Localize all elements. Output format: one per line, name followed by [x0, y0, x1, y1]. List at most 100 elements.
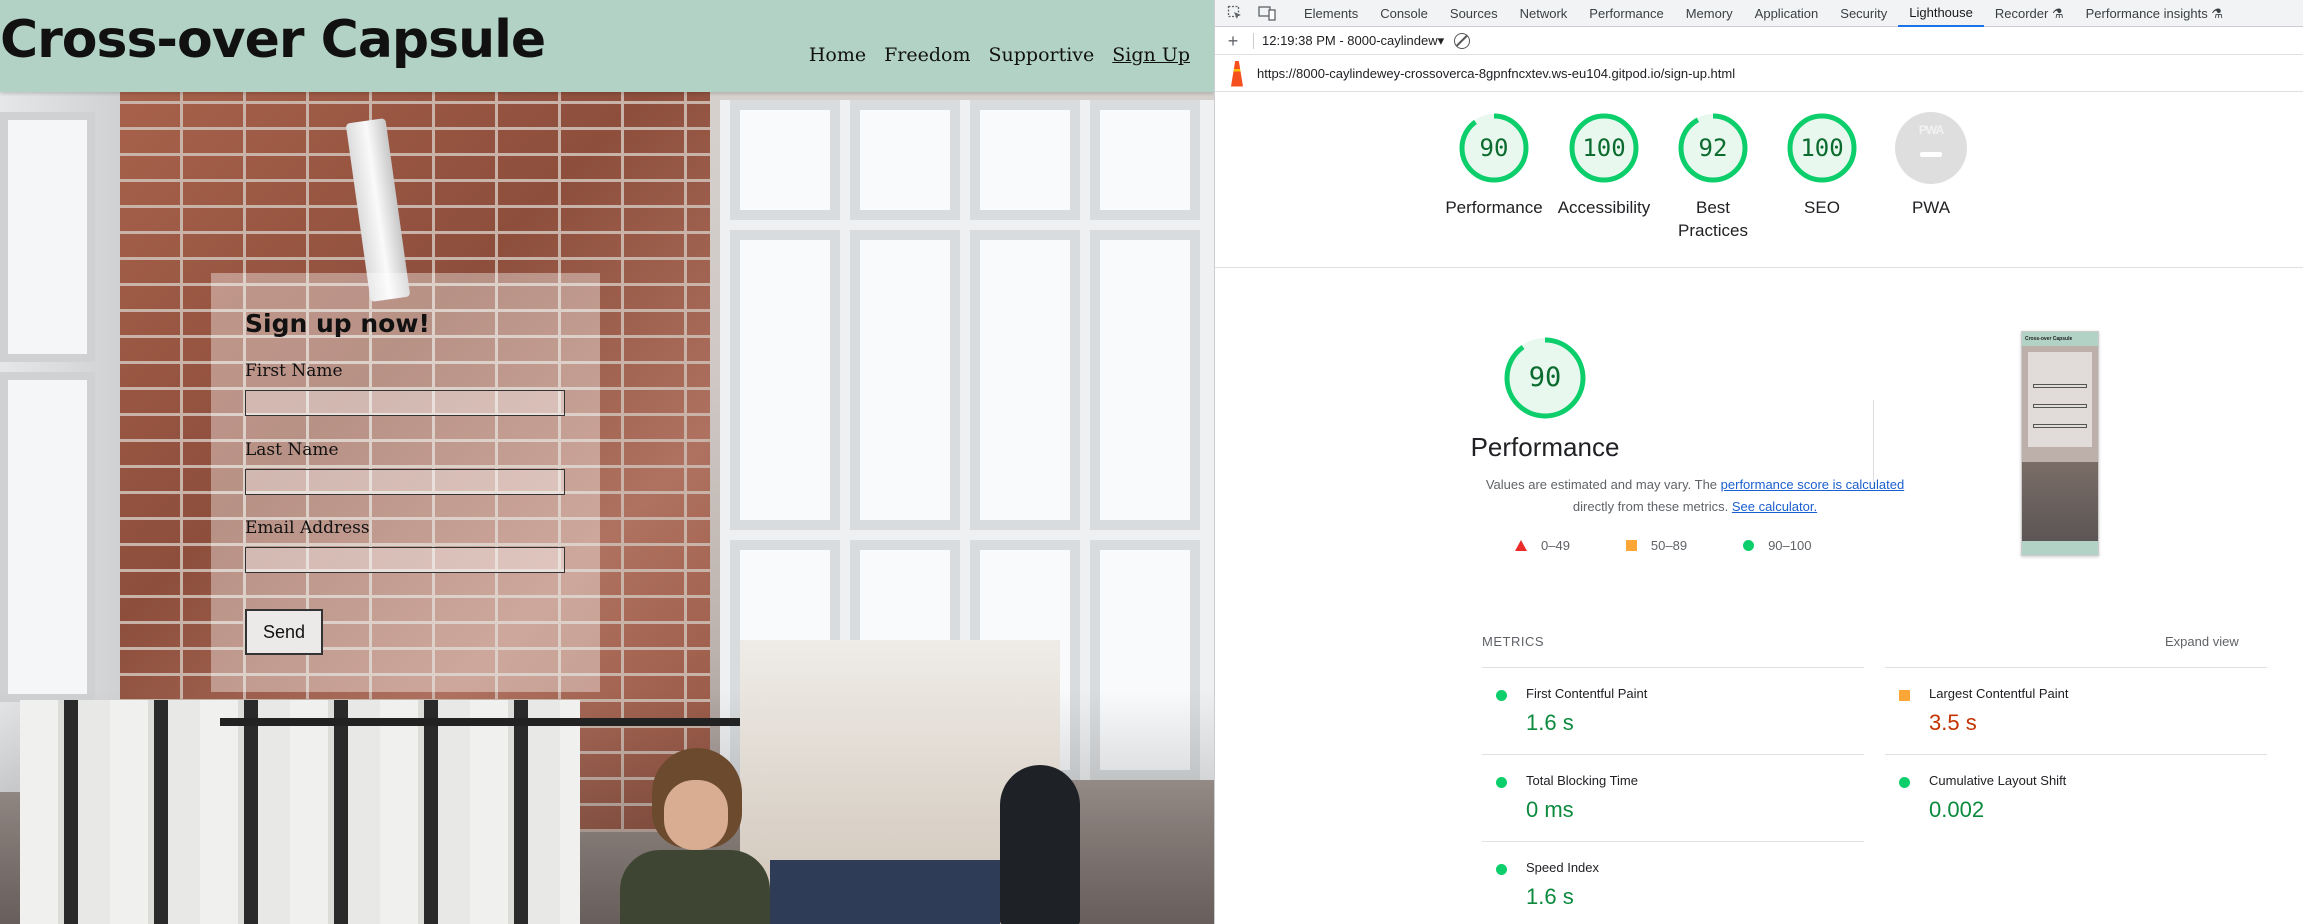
tab-security[interactable]: Security	[1829, 0, 1898, 27]
tab-memory[interactable]: Memory	[1675, 0, 1744, 27]
nav-link-supportive[interactable]: Supportive	[988, 44, 1094, 66]
metric-tbt: Total Blocking Time 0 ms	[1482, 754, 1864, 840]
nav-link-home[interactable]: Home	[809, 44, 866, 66]
inspect-element-icon[interactable]	[1223, 3, 1247, 23]
performance-description: Values are estimated and may vary. The p…	[1485, 474, 1905, 518]
toolbar-divider	[1253, 33, 1254, 49]
legend-average: 50–89	[1625, 538, 1687, 553]
gauge-performance-large: 90	[1503, 336, 1587, 420]
metric-fcp: First Contentful Paint 1.6 s	[1482, 667, 1864, 753]
tab-console[interactable]: Console	[1369, 0, 1439, 27]
score-value: 100	[1582, 134, 1626, 162]
form-heading: Sign up now!	[245, 309, 430, 338]
tab-lighthouse[interactable]: Lighthouse	[1898, 0, 1984, 27]
gauge-accessibility: 100	[1568, 112, 1640, 184]
thumbnail-form-card	[2028, 352, 2092, 447]
lighthouse-toolbar: + 12:19:38 PM - 8000-caylindew▾	[1215, 28, 2303, 55]
background-clothes-rail	[220, 718, 740, 726]
metric-value: 3.5 s	[1929, 710, 1977, 735]
score-label: Best Practices	[1678, 198, 1748, 240]
signup-form: Sign up now! First Name Last Name Email …	[211, 273, 600, 692]
metric-name: Speed Index	[1526, 860, 1600, 875]
first-name-input[interactable]	[245, 390, 565, 416]
background-fabric-blue	[770, 860, 1000, 924]
tab-elements[interactable]: Elements	[1293, 0, 1369, 27]
desc-text-2: directly from these metrics.	[1572, 499, 1732, 514]
average-square-icon	[1625, 540, 1637, 551]
tab-performance-insights[interactable]: Performance insights ⚗	[2075, 0, 2234, 27]
fail-triangle-icon	[1515, 540, 1527, 551]
metric-value: 0.002	[1929, 797, 1985, 822]
expand-view-toggle[interactable]: Expand view	[2165, 634, 2239, 649]
score-label: Accessibility	[1557, 198, 1651, 217]
metrics-heading: METRICS	[1482, 634, 1544, 649]
report-selector[interactable]: 12:19:38 PM - 8000-caylindew▾	[1262, 33, 1444, 49]
performance-score-link[interactable]: performance score is calculated	[1721, 477, 1905, 492]
pwa-badge-text: PWA	[1918, 123, 1944, 137]
pwa-badge-dash	[1920, 152, 1942, 157]
nav-link-sign-up[interactable]: Sign Up	[1112, 44, 1190, 66]
clear-reports-icon[interactable]	[1454, 33, 1471, 49]
site-title[interactable]: Cross-over Capsule	[0, 10, 546, 70]
metric-cls: Cumulative Layout Shift 0.002	[1885, 754, 2267, 840]
metric-lcp: Largest Contentful Paint 3.5 s	[1885, 667, 2267, 753]
average-square-icon	[1899, 690, 1910, 701]
tab-network[interactable]: Network	[1509, 0, 1579, 27]
tab-application[interactable]: Application	[1744, 0, 1830, 27]
gauge-performance: 90	[1458, 112, 1530, 184]
metric-name: First Contentful Paint	[1526, 686, 1648, 701]
score-seo[interactable]: 100 SEO	[1767, 112, 1877, 219]
report-url-bar: https://8000-caylindewey-crossoverca-8gp…	[1215, 56, 2303, 92]
pass-circle-icon	[1743, 540, 1755, 551]
device-toolbar-icon[interactable]	[1255, 3, 1279, 23]
last-name-input[interactable]	[245, 469, 565, 495]
thumbnail-footer	[2022, 541, 2098, 555]
score-accessibility[interactable]: 100 Accessibility	[1549, 112, 1659, 219]
score-best-practices[interactable]: 92 Best Practices	[1658, 112, 1768, 242]
desc-text-1: Values are estimated and may vary. The	[1485, 477, 1721, 492]
website-viewport: Cross-over Capsule Home Freedom Supporti…	[0, 0, 1214, 924]
metric-name: Largest Contentful Paint	[1929, 686, 2069, 701]
performance-heading: Performance	[1470, 432, 1620, 462]
thumbnail-title: Cross-over Capsule	[2022, 332, 2098, 346]
metric-name: Cumulative Layout Shift	[1929, 773, 2067, 788]
legend-pass-label: 90–100	[1768, 538, 1812, 553]
score-label: Performance	[1445, 198, 1543, 217]
metric-speed-index: Speed Index 1.6 s	[1482, 841, 1864, 924]
first-name-label: First Name	[245, 361, 343, 381]
nav-link-freedom[interactable]: Freedom	[884, 44, 970, 66]
background-garments	[20, 700, 580, 924]
score-legend: 0–49 50–89 90–100	[1515, 538, 1811, 553]
performance-gauge-large: 90	[1445, 336, 1645, 420]
site-nav: Home Freedom Supportive Sign Up	[809, 44, 1190, 66]
tab-recorder[interactable]: Recorder ⚗	[1984, 0, 2075, 27]
screenshot-root: Cross-over Capsule Home Freedom Supporti…	[0, 0, 2303, 924]
score-pwa[interactable]: PWA PWA	[1876, 112, 1986, 219]
lighthouse-logo-icon	[1227, 60, 1247, 87]
final-screenshot-thumbnail[interactable]: Cross-over Capsule	[2021, 331, 2099, 556]
email-input[interactable]	[245, 547, 565, 573]
devtools-tabs: Elements Console Sources Network Perform…	[1293, 0, 2234, 27]
tab-sources[interactable]: Sources	[1439, 0, 1509, 27]
legend-fail: 0–49	[1515, 538, 1570, 553]
thumbnail-photo	[2022, 462, 2098, 542]
tab-performance[interactable]: Performance	[1578, 0, 1674, 27]
pass-circle-icon	[1496, 864, 1507, 875]
score-value: 90	[1479, 134, 1509, 162]
pwa-badge-icon: PWA	[1895, 112, 1967, 184]
metric-value: 1.6 s	[1526, 710, 1574, 735]
pass-circle-icon	[1496, 690, 1507, 701]
background-person-face	[664, 780, 728, 850]
new-report-icon[interactable]: +	[1221, 31, 1245, 52]
see-calculator-link[interactable]: See calculator.	[1732, 499, 1817, 514]
score-value: 92	[1698, 134, 1728, 162]
legend-pass: 90–100	[1743, 538, 1811, 553]
metric-name: Total Blocking Time	[1526, 773, 1638, 788]
devtools-panel: Elements Console Sources Network Perform…	[1214, 0, 2303, 924]
metric-value: 1.6 s	[1526, 884, 1574, 909]
legend-fail-label: 0–49	[1541, 538, 1570, 553]
score-performance[interactable]: 90 Performance	[1439, 112, 1549, 219]
report-url[interactable]: https://8000-caylindewey-crossoverca-8gp…	[1257, 66, 1735, 81]
send-button[interactable]: Send	[245, 609, 323, 655]
performance-score-value: 90	[1528, 362, 1562, 393]
